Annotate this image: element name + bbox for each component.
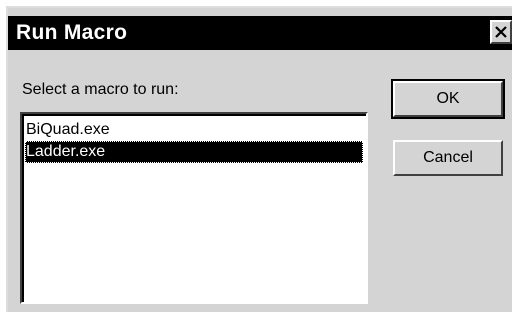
window-title: Run Macro	[16, 21, 128, 44]
ok-button[interactable]: OK	[391, 79, 505, 119]
macro-list-item-ladder[interactable]: Ladder.exe	[25, 141, 363, 163]
cancel-button[interactable]: Cancel	[393, 140, 503, 176]
run-macro-dialog: Run Macro Select a macro to run: BiQuad.…	[6, 6, 512, 312]
macro-listbox-frame: BiQuad.exe Ladder.exe	[22, 114, 366, 302]
macro-list-item-biquad[interactable]: BiQuad.exe	[25, 119, 363, 141]
select-macro-label: Select a macro to run:	[22, 81, 179, 98]
macro-listbox[interactable]: BiQuad.exe Ladder.exe	[20, 112, 368, 304]
close-button[interactable]	[490, 20, 512, 44]
title-bar[interactable]: Run Macro	[8, 16, 512, 50]
close-icon	[495, 26, 507, 38]
